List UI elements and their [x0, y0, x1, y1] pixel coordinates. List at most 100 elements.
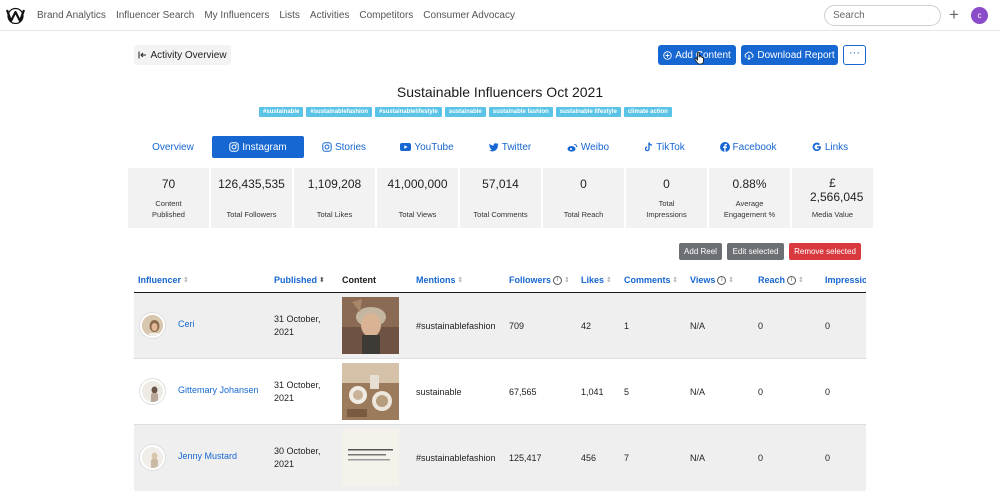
sort-descending-icon: ⬍: [319, 277, 325, 284]
table-row[interactable]: Ceri 31 October, 2021 #sustainablefashio…: [134, 293, 866, 359]
table-row[interactable]: Jenny Mustard 30 October, 2021 #sustaina…: [134, 425, 866, 491]
stat-value: 70: [161, 177, 176, 191]
influencer-avatar[interactable]: [140, 379, 165, 404]
content-image: [342, 297, 399, 354]
tag-badge: #sustainablefashion: [306, 107, 373, 117]
column-label: Reach: [758, 275, 786, 285]
column-label: Likes: [581, 275, 605, 285]
stories-icon: [322, 142, 332, 152]
mouse-cursor-icon: [694, 51, 704, 65]
cloud-download-icon: [745, 51, 754, 60]
column-views[interactable]: Views i ⇕: [690, 275, 734, 285]
sort-icon: ⇕: [606, 277, 612, 284]
remove-selected-button[interactable]: Remove selected: [789, 243, 861, 260]
tab-weibo[interactable]: Weibo: [563, 136, 613, 158]
tab-instagram[interactable]: Instagram: [212, 136, 304, 158]
column-label: Comments: [624, 275, 671, 285]
stat-media-value: £ 2,566,045 Media Value: [792, 168, 873, 228]
add-plus-button[interactable]: +: [949, 5, 959, 25]
likes-value: 1,041: [581, 387, 604, 397]
nav-brand-analytics[interactable]: Brand Analytics: [37, 10, 106, 21]
tag-badge: sustainable lifestyle: [555, 107, 621, 117]
content-thumbnail[interactable]: [342, 297, 399, 354]
search-input[interactable]: [824, 5, 941, 26]
info-icon[interactable]: i: [553, 275, 563, 285]
stat-total-likes: 1,109,208 Total Likes: [294, 168, 375, 228]
download-report-label: Download Report: [757, 49, 835, 61]
tab-overview[interactable]: Overview: [143, 136, 203, 158]
user-avatar[interactable]: c: [971, 7, 988, 24]
nav-consumer-advocacy[interactable]: Consumer Advocacy: [423, 10, 515, 21]
weibo-icon: [567, 143, 578, 152]
stat-label: Media Value: [811, 210, 854, 219]
instagram-icon: [229, 142, 239, 152]
tab-youtube-label: YouTube: [414, 141, 454, 153]
content-thumbnail[interactable]: [342, 363, 399, 420]
tab-stories[interactable]: Stories: [315, 136, 373, 158]
more-options-button[interactable]: ···: [843, 45, 866, 65]
nav-lists[interactable]: Lists: [279, 10, 300, 21]
activity-overview-button[interactable]: Activity Overview: [134, 45, 231, 65]
column-comments[interactable]: Comments ⇕: [624, 275, 678, 285]
nav-my-influencers[interactable]: My Influencers: [204, 10, 269, 21]
tab-tiktok-label: TikTok: [656, 141, 685, 153]
nav-influencer-search[interactable]: Influencer Search: [116, 10, 194, 21]
avatar-image: [142, 315, 163, 336]
tab-twitter[interactable]: Twitter: [482, 136, 538, 158]
tag-badge: #sustainable: [259, 107, 304, 117]
tab-facebook[interactable]: Facebook: [716, 136, 780, 158]
download-report-button[interactable]: Download Report: [741, 45, 838, 65]
add-reel-button[interactable]: Add Reel: [679, 243, 722, 260]
stat-value: 0: [663, 177, 670, 191]
google-icon: [812, 142, 821, 152]
column-label: Mentions: [416, 275, 456, 285]
top-navigation: Brand Analytics Influencer Search My Inf…: [0, 0, 1000, 31]
stat-label: Content Published: [152, 199, 185, 219]
nav-competitors[interactable]: Competitors: [359, 10, 413, 21]
influencer-name[interactable]: Gittemary Johansen: [178, 385, 259, 395]
influencer-avatar[interactable]: [140, 445, 165, 470]
influencer-avatar[interactable]: [140, 313, 165, 338]
tag-badge: climate action: [623, 107, 672, 117]
tab-twitter-label: Twitter: [501, 141, 532, 153]
stat-total-views: 41,000,000 Total Views: [377, 168, 458, 228]
tab-facebook-label: Facebook: [732, 141, 777, 153]
impressions-value: 0: [825, 387, 831, 397]
stat-value: 0.88%: [732, 177, 767, 191]
tab-links[interactable]: Links: [808, 136, 852, 158]
views-value: N/A: [690, 453, 706, 463]
tab-youtube[interactable]: YouTube: [396, 136, 458, 158]
stat-value: 126,435,535: [218, 177, 285, 191]
stat-value: 57,014: [482, 177, 519, 191]
stat-total-reach: 0 Total Reach: [543, 168, 624, 228]
comments-value: 1: [624, 321, 630, 331]
column-likes[interactable]: Likes ⇕: [581, 275, 612, 285]
mentions-value: #sustainablefashion: [416, 321, 496, 331]
column-mentions[interactable]: Mentions ⇕: [416, 275, 463, 285]
content-thumbnail[interactable]: [342, 429, 399, 486]
column-influencer[interactable]: Influencer ⇕: [138, 275, 189, 285]
info-icon[interactable]: i: [787, 275, 797, 285]
table-row[interactable]: Gittemary Johansen 31 October, 2021 sust…: [134, 359, 866, 425]
stat-total-comments: 57,014 Total Comments: [460, 168, 541, 228]
column-reach[interactable]: Reach i ⇕: [758, 275, 804, 285]
influencer-name[interactable]: Jenny Mustard: [178, 451, 237, 461]
stat-value: 41,000,000: [387, 177, 448, 191]
column-label: Impressions: [825, 275, 866, 285]
info-icon[interactable]: i: [717, 275, 727, 285]
influencer-name[interactable]: Ceri: [178, 319, 195, 329]
mentions-value: #sustainablefashion: [416, 453, 496, 463]
sort-icon: ⇕: [798, 277, 804, 284]
brand-logo-icon[interactable]: [6, 7, 25, 24]
column-impressions[interactable]: Impressions: [825, 275, 866, 285]
impressions-value: 0: [825, 453, 831, 463]
edit-selected-button[interactable]: Edit selected: [727, 243, 784, 260]
tab-stories-label: Stories: [334, 141, 367, 153]
column-published[interactable]: Published ⬍: [274, 275, 325, 285]
nav-activities[interactable]: Activities: [310, 10, 349, 21]
tab-tiktok[interactable]: TikTok: [639, 136, 691, 158]
column-followers[interactable]: Followers i ⇕: [509, 275, 570, 285]
tiktok-icon: [645, 142, 653, 152]
comments-value: 5: [624, 387, 630, 397]
likes-value: 42: [581, 321, 592, 331]
